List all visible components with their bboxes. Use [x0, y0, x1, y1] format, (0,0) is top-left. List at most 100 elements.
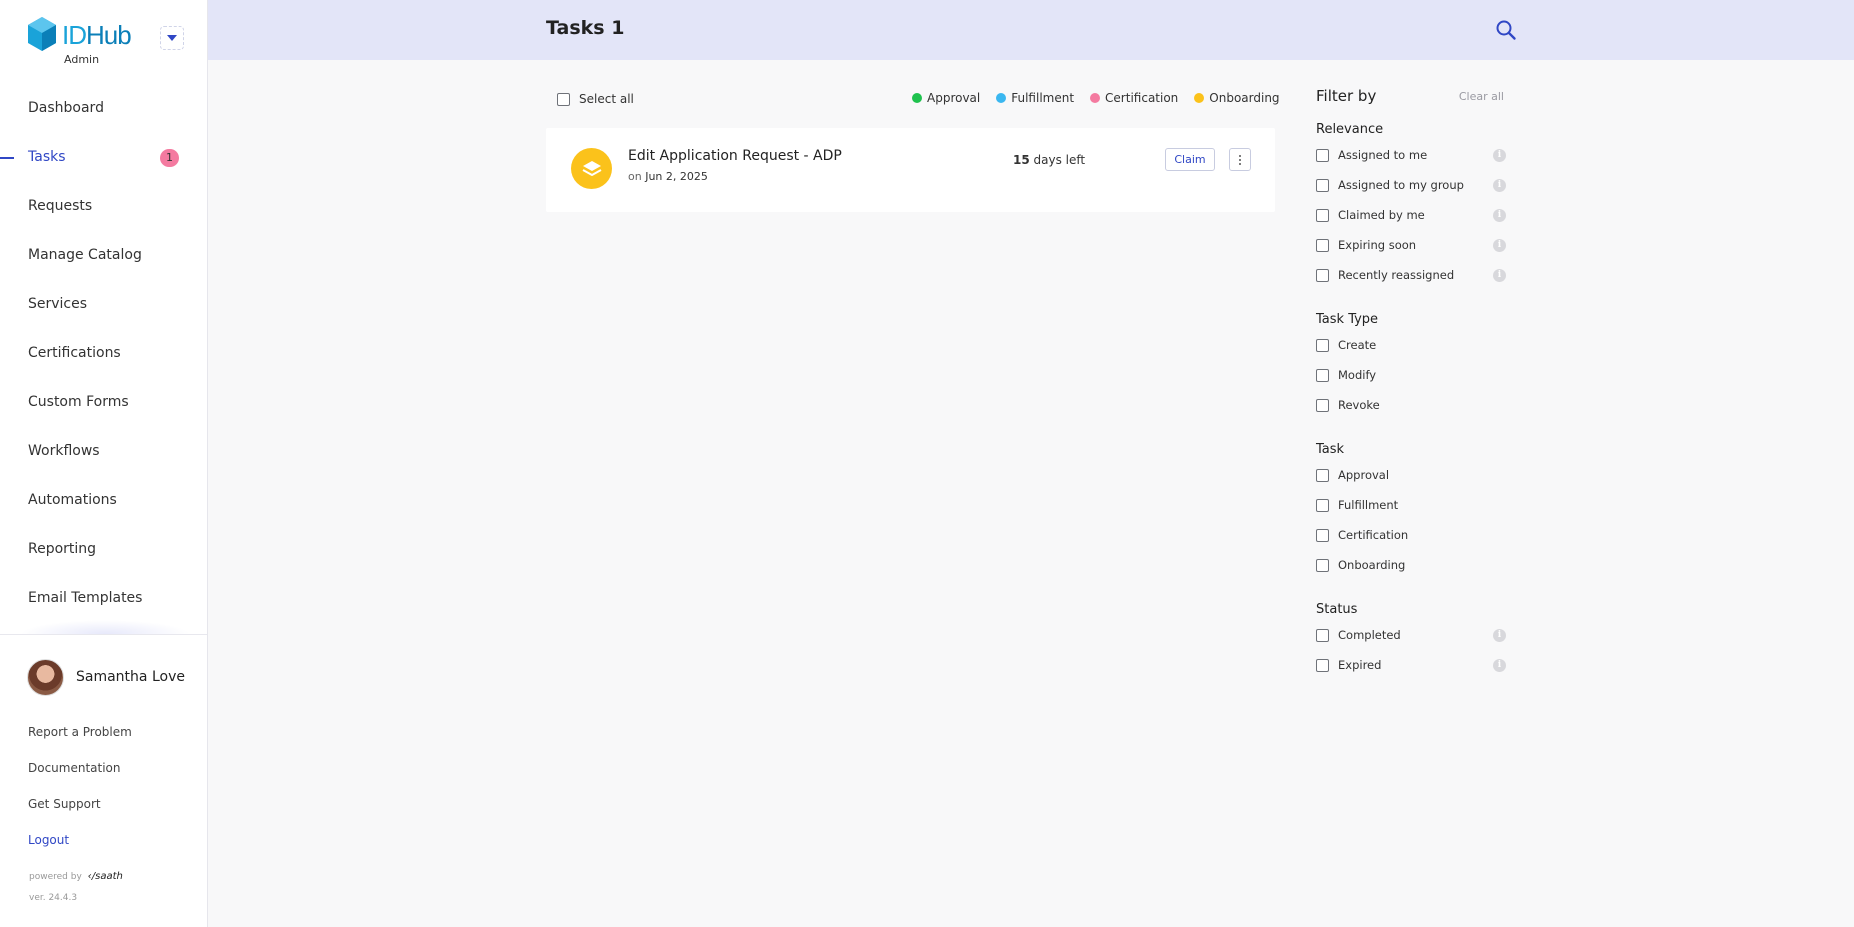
filter-fulfillment[interactable]: Fulfillment [1316, 498, 1506, 528]
sidebar: IDHub Admin Dashboard Tasks 1 Requests Ma… [0, 0, 208, 927]
filter-assigned-to-me[interactable]: Assigned to me i [1316, 148, 1506, 178]
info-icon[interactable]: i [1493, 209, 1506, 222]
get-support-link[interactable]: Get Support [28, 794, 132, 830]
saath-logo: ‹/saath [87, 871, 123, 882]
info-icon[interactable]: i [1493, 269, 1506, 282]
info-icon[interactable]: i [1493, 149, 1506, 162]
legend-fulfillment: Fulfillment [996, 91, 1074, 105]
logo-text: IDHub [62, 20, 132, 50]
filter-onboarding[interactable]: Onboarding [1316, 558, 1506, 588]
app-switcher-dropdown[interactable] [160, 26, 184, 50]
filter-expiring-soon[interactable]: Expiring soon i [1316, 238, 1506, 268]
sidebar-item-reporting[interactable]: Reporting [0, 525, 207, 574]
kebab-dot [1239, 154, 1241, 157]
sidebar-item-dashboard[interactable]: Dashboard [0, 84, 207, 133]
checkbox[interactable] [1316, 659, 1329, 672]
blue-dot-icon [996, 93, 1007, 103]
section-title: Relevance [1316, 122, 1384, 137]
task-card[interactable]: Edit Application Request - ADP on Jun 2,… [546, 128, 1275, 212]
legend-approval: Approval [912, 91, 980, 105]
sidebar-item-services[interactable]: Services [0, 280, 207, 329]
logo-subtitle: Admin [64, 53, 100, 66]
checkbox[interactable] [1316, 399, 1329, 412]
section-title: Task [1316, 442, 1345, 457]
filter-certification[interactable]: Certification [1316, 528, 1506, 558]
sidebar-item-manage-catalog[interactable]: Manage Catalog [0, 231, 207, 280]
filter-title: Filter by [1316, 87, 1377, 105]
filter-approval[interactable]: Approval [1316, 468, 1506, 498]
section-title: Status [1316, 602, 1358, 617]
tasks-count-badge: 1 [160, 149, 179, 167]
green-dot-icon [912, 93, 922, 103]
task-date: on Jun 2, 2025 [628, 170, 708, 183]
filter-panel: Filter by Clear all Relevance Assigned t… [1316, 86, 1506, 688]
kebab-dot [1239, 162, 1241, 165]
filter-assigned-to-my-group[interactable]: Assigned to my group i [1316, 178, 1506, 208]
sidebar-footer-links: Report a Problem Documentation Get Suppo… [28, 722, 132, 866]
kebab-dot [1239, 158, 1241, 161]
powered-by: powered by ‹/saath [29, 871, 123, 882]
powered-by-label: powered by [29, 871, 82, 882]
hexagon-logo-icon [28, 17, 56, 51]
sidebar-item-email-templates[interactable]: Email Templates [0, 574, 207, 623]
claim-button[interactable]: Claim [1165, 148, 1215, 171]
report-problem-link[interactable]: Report a Problem [28, 722, 132, 758]
sidebar-item-requests[interactable]: Requests [0, 182, 207, 231]
checkbox[interactable] [1316, 499, 1329, 512]
legend-onboarding: Onboarding [1194, 91, 1280, 105]
filter-modify[interactable]: Modify [1316, 368, 1506, 398]
checkbox[interactable] [1316, 369, 1329, 382]
sidebar-item-custom-forms[interactable]: Custom Forms [0, 378, 207, 427]
checkbox[interactable] [1316, 339, 1329, 352]
more-options-button[interactable] [1229, 148, 1251, 171]
checkbox[interactable] [1316, 179, 1329, 192]
section-title: Task Type [1316, 312, 1379, 327]
checkbox[interactable] [1316, 209, 1329, 222]
filter-revoke[interactable]: Revoke [1316, 398, 1506, 428]
sidebar-item-automations[interactable]: Automations [0, 476, 207, 525]
select-all-label: Select all [579, 92, 634, 106]
filter-claimed-by-me[interactable]: Claimed by me i [1316, 208, 1506, 238]
checkbox[interactable] [1316, 629, 1329, 642]
sidebar-item-certifications[interactable]: Certifications [0, 329, 207, 378]
version-label: ver. 24.4.3 [29, 893, 78, 903]
caret-down-icon [167, 35, 177, 41]
sidebar-item-workflows[interactable]: Workflows [0, 427, 207, 476]
nav-scroll-fade [20, 620, 190, 634]
checkbox[interactable] [557, 92, 570, 106]
legend-certification: Certification [1090, 91, 1178, 105]
filter-completed[interactable]: Completed i [1316, 628, 1506, 658]
select-all-checkbox[interactable]: Select all [557, 92, 634, 106]
info-icon[interactable]: i [1493, 629, 1506, 642]
info-icon[interactable]: i [1493, 659, 1506, 672]
checkbox[interactable] [1316, 559, 1329, 572]
days-left: 15 days left [1013, 153, 1086, 167]
logo[interactable]: IDHub Admin [26, 16, 196, 68]
user-profile[interactable]: Samantha Love [27, 658, 185, 696]
checkbox[interactable] [1316, 269, 1329, 282]
checkbox[interactable] [1316, 529, 1329, 542]
clear-all-button[interactable]: Clear all [1459, 90, 1504, 103]
filter-section-task-type: Task Type Create Modify Revoke [1316, 312, 1506, 428]
info-icon[interactable]: i [1493, 239, 1506, 252]
avatar [27, 658, 64, 696]
sidebar-divider [0, 634, 207, 635]
search-icon[interactable] [1495, 19, 1517, 41]
checkbox[interactable] [1316, 469, 1329, 482]
task-title[interactable]: Edit Application Request - ADP [628, 148, 842, 164]
info-icon[interactable]: i [1493, 179, 1506, 192]
sidebar-item-tasks[interactable]: Tasks 1 [0, 133, 207, 182]
filter-create[interactable]: Create [1316, 338, 1506, 368]
filter-section-status: Status Completed i Expired i [1316, 602, 1506, 688]
filter-expired[interactable]: Expired i [1316, 658, 1506, 688]
filter-section-task: Task Approval Fulfillment Certification … [1316, 442, 1506, 588]
filter-recently-reassigned[interactable]: Recently reassigned i [1316, 268, 1506, 298]
layers-icon [571, 148, 612, 189]
top-bar: Tasks 1 [208, 0, 1854, 60]
logout-link[interactable]: Logout [28, 830, 132, 866]
task-type-legend: Approval Fulfillment Certification Onboa… [912, 91, 1280, 105]
documentation-link[interactable]: Documentation [28, 758, 132, 794]
checkbox[interactable] [1316, 149, 1329, 162]
user-name: Samantha Love [76, 669, 185, 685]
checkbox[interactable] [1316, 239, 1329, 252]
